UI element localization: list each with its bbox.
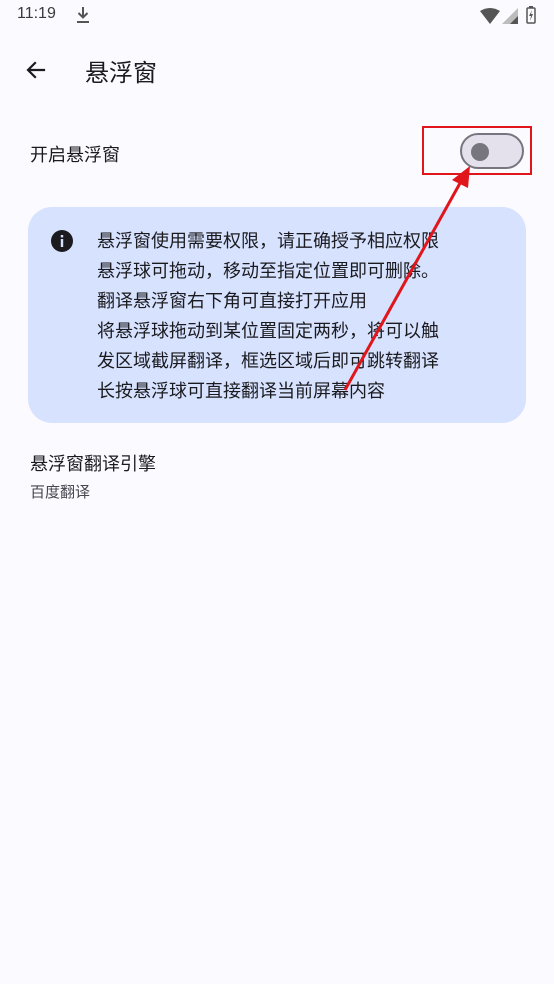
switch-thumb [471,143,489,161]
arrow-back-icon [26,61,46,79]
floating-window-switch[interactable] [460,133,524,169]
info-line: 发区域截屏翻译，框选区域后即可跳转翻译 [97,351,439,372]
enable-floating-window-row[interactable]: 开启悬浮窗 [0,122,554,184]
download-icon [77,7,89,23]
app-bar: 悬浮窗 [0,40,554,100]
wifi-icon [480,8,500,24]
enable-floating-window-label: 开启悬浮窗 [30,145,120,166]
translation-engine-value: 百度翻译 [30,483,91,501]
translation-engine-row[interactable]: 悬浮窗翻译引擎 百度翻译 [0,440,554,512]
status-time: 11:19 [17,5,56,22]
translation-engine-title: 悬浮窗翻译引擎 [30,454,156,475]
info-line: 悬浮窗使用需要权限，请正确授予相应权限 [97,231,439,252]
info-card: 悬浮窗使用需要权限，请正确授予相应权限 悬浮球可拖动，移动至指定位置即可删除。 … [28,207,526,423]
signal-icon [502,8,518,24]
battery-icon [526,6,536,24]
info-line: 翻译悬浮窗右下角可直接打开应用 [97,291,367,312]
info-icon [51,230,73,252]
status-bar: 11:19 [0,0,554,32]
page-title: 悬浮窗 [85,59,157,87]
back-button[interactable] [14,48,58,92]
info-line: 长按悬浮球可直接翻译当前屏幕内容 [97,381,385,402]
info-line: 将悬浮球拖动到某位置固定两秒，将可以触 [97,321,439,342]
info-line: 悬浮球可拖动，移动至指定位置即可删除。 [97,261,439,282]
info-text: 悬浮窗使用需要权限，请正确授予相应权限 悬浮球可拖动，移动至指定位置即可删除。 … [97,227,517,407]
